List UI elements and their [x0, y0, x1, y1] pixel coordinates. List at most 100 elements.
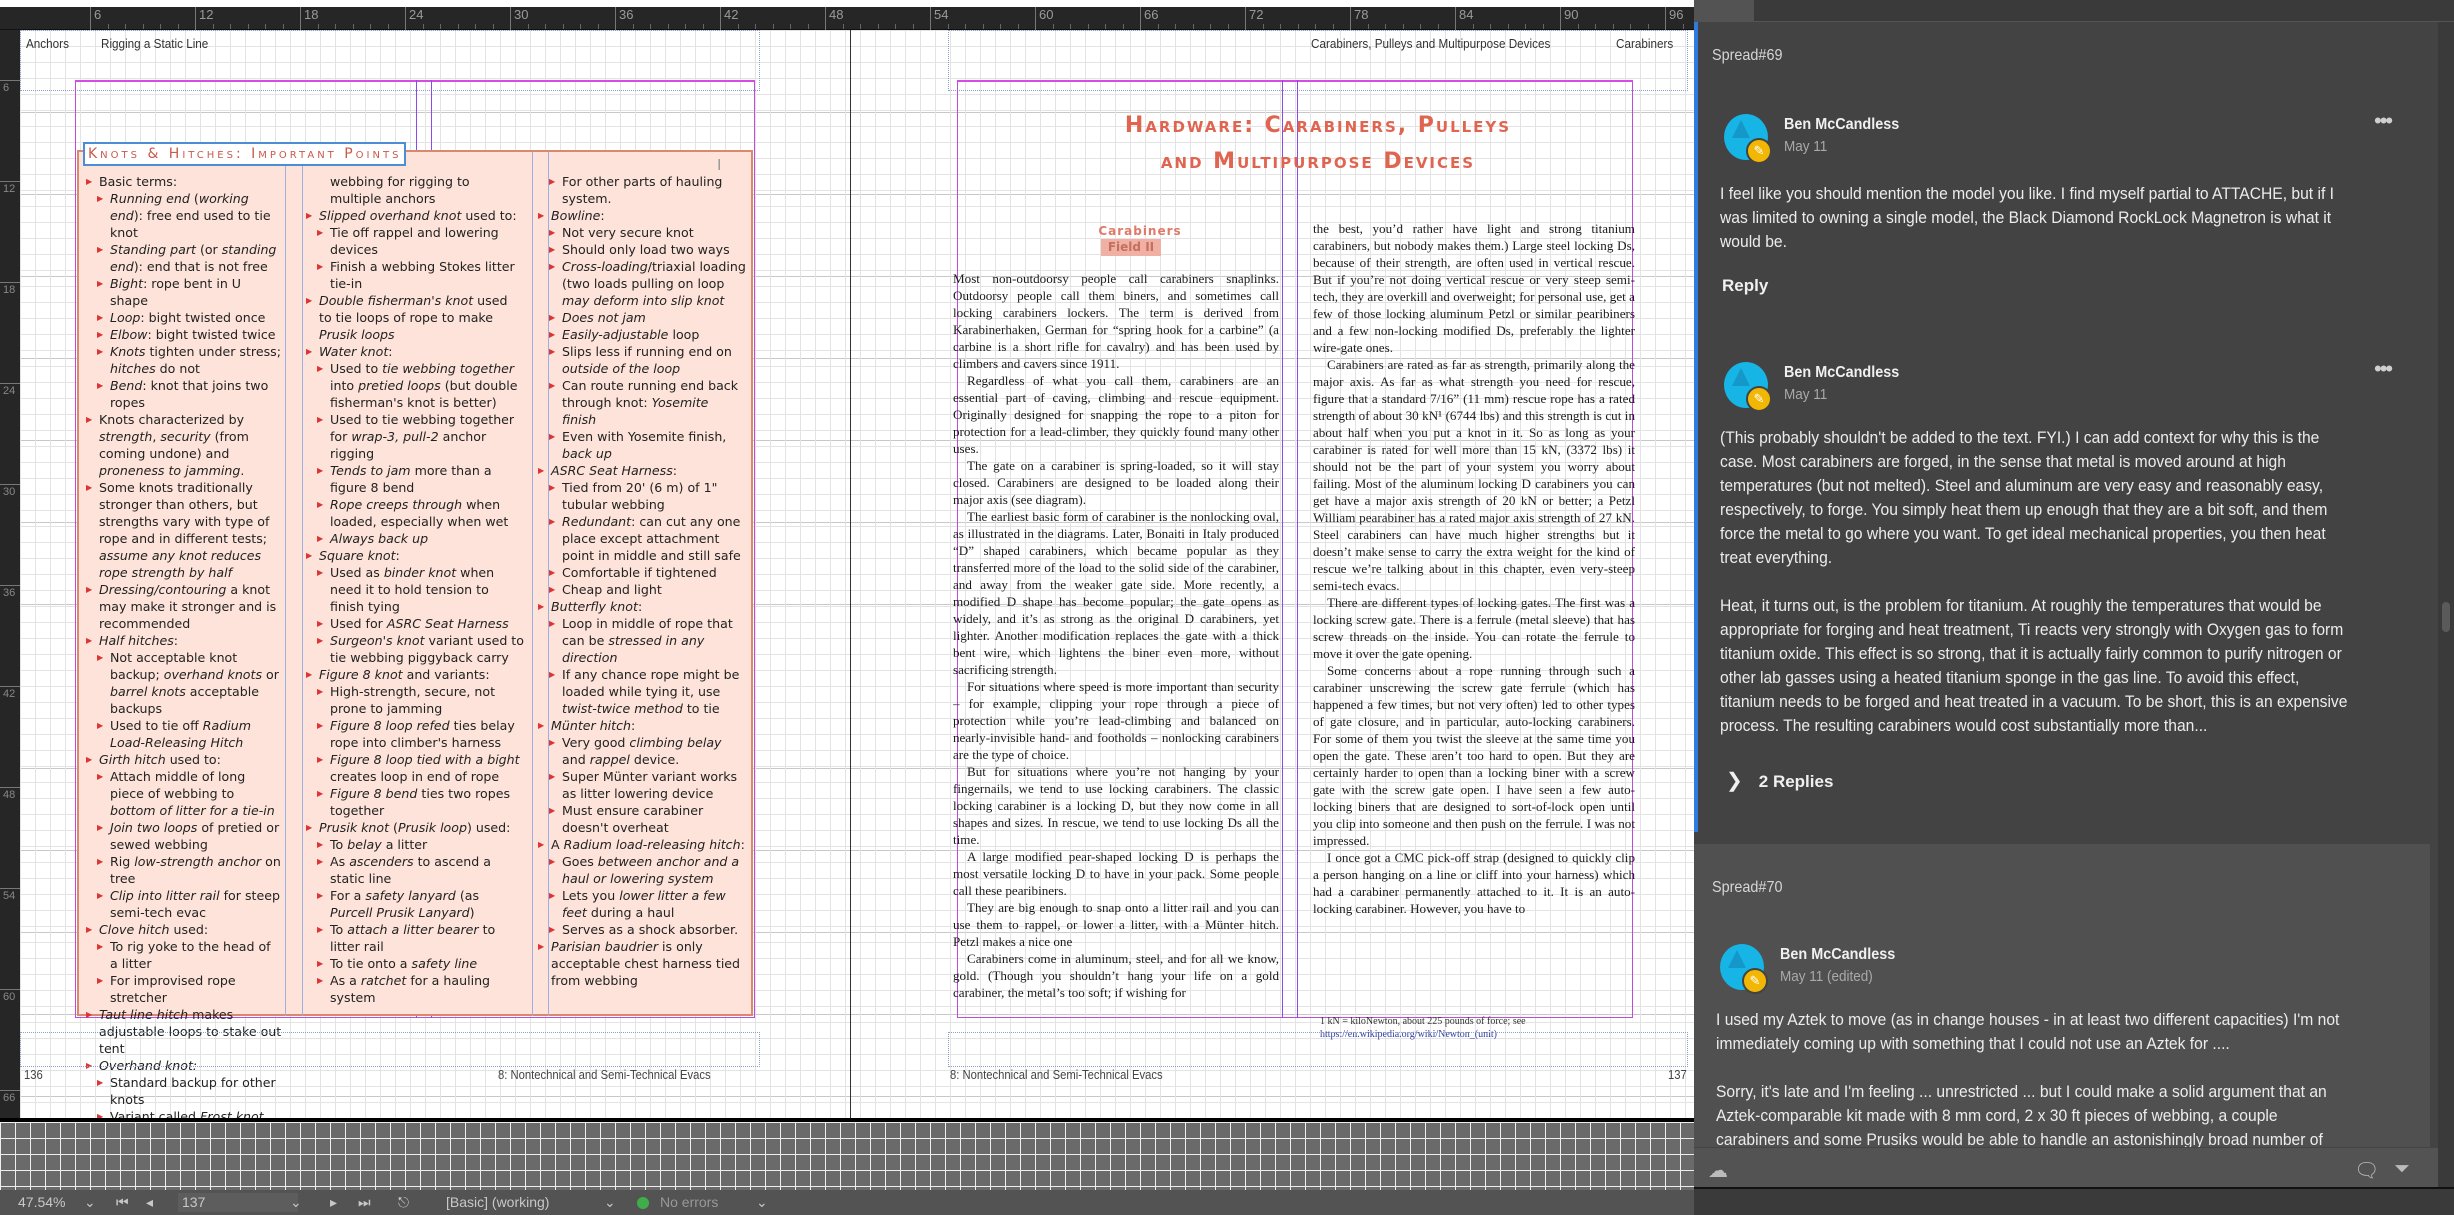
chapter-title-line-1: Hardware: Carabiners, Pulleys [1124, 113, 1512, 138]
more-options-icon[interactable]: ••• [2374, 356, 2393, 382]
ruler-minor-tick [597, 24, 599, 29]
vertical-ruler[interactable]: 6 12 18 24 30 36 42 48 54 60 66 [0, 30, 20, 1190]
replies-count: 2 Replies [1758, 772, 1834, 791]
ruler-minor-tick [282, 24, 284, 29]
more-options-icon[interactable]: ••• [2374, 108, 2393, 134]
body-paragraph: The earliest basic form of carabiner is … [953, 509, 1279, 677]
ruler-tick: 42 [720, 7, 738, 30]
horizontal-ruler[interactable]: 6 12 18 24 30 36 42 48 54 60 66 72 78 84 90 96 [0, 7, 1754, 30]
bullet-item: Loop in middle of rope that can be stres… [549, 615, 746, 666]
previous-page-icon[interactable]: ◂ [146, 1194, 153, 1211]
comment-body: (This probably shouldn't be added to the… [1720, 426, 2355, 762]
ruler-minor-tick [702, 24, 704, 29]
bullet-item: Standing part (or standing end): end tha… [97, 241, 282, 275]
footer-frame-right [948, 1032, 1688, 1067]
bullet-item: Figure 8 loop refed ties belay rope into… [317, 717, 524, 751]
body-column-2[interactable]: the best, you’d rather have light and st… [1313, 220, 1635, 980]
ruler-tick: 96 [1665, 7, 1683, 30]
panel-scrollbar[interactable] [2438, 22, 2454, 1187]
chapter-title[interactable]: Hardware: Carabiners, Pulleys and Multip… [948, 108, 1688, 180]
ruler-minor-tick [125, 24, 126, 29]
spread-label: Spread#70 [1712, 879, 1783, 896]
comment-paragraph: Heat, it turns out, is the problem for t… [1720, 596, 2348, 735]
chapter-title-line-2: and Multipurpose Devices [1160, 149, 1476, 174]
comments-list[interactable]: Spread#69 ✎ Ben McCandless May 11 ••• I … [1694, 22, 2438, 1147]
ruler-minor-tick [352, 24, 354, 29]
ruler-minor-tick [1525, 24, 1526, 29]
page-dropdown-icon[interactable]: ⌄ [290, 1194, 302, 1211]
reply-button[interactable]: Reply [1722, 276, 1768, 296]
cloud-icon[interactable]: ☁ [1708, 1158, 1728, 1183]
bullet-item: Parisian baudrier is only acceptable che… [538, 938, 746, 989]
panel-tab[interactable] [1694, 0, 1754, 22]
page-number-field[interactable]: 137 [178, 1193, 298, 1212]
scrollbar-thumb[interactable] [2442, 602, 2450, 632]
ruler-minor-tick [1682, 24, 1684, 29]
ruler-minor-tick [1017, 24, 1019, 29]
comment-author: Ben McCandless [1784, 364, 1900, 381]
preflight-status-dot-icon [637, 1197, 649, 1209]
bullet-item: Figure 8 knot and variants: [306, 666, 524, 683]
bullet-item: Rope creeps through when loaded, especia… [317, 496, 524, 530]
bullet-item: To tie onto a safety line [317, 955, 524, 972]
bullet-item: Not acceptable knot backup; overhand kno… [97, 649, 282, 717]
footer-frame-left [20, 1032, 760, 1067]
bullet-item: Super Münter variant works as litter low… [549, 768, 746, 802]
bullet-item: Figure 8 loop tied with a bight creates … [317, 751, 524, 785]
document-canvas[interactable]: Anchors Rigging a Static Line Knots & Hi… [20, 30, 1694, 1118]
next-page-icon[interactable]: ▸ [330, 1194, 337, 1211]
bullet-item: Half hitches: [86, 632, 282, 649]
sidebar-column-2[interactable]: webbing for rigging to multiple anchorsS… [306, 173, 524, 1006]
sidebar-column-1[interactable]: Basic terms:Running end (working end): f… [86, 173, 282, 1118]
panel-resize-bar[interactable] [1694, 1187, 2454, 1215]
zoom-dropdown-icon[interactable]: ⌄ [84, 1194, 96, 1211]
body-column-1[interactable]: Most non-outdoorsy people call carabiner… [953, 270, 1279, 1015]
ruler-minor-tick [1647, 24, 1649, 29]
bullet-item: Should only load two ways [549, 241, 746, 258]
bullet-item: Basic terms: [86, 173, 282, 190]
comment-filter-icon[interactable]: 🗨 [2354, 1158, 2379, 1183]
ruler-tick: 66 [1140, 7, 1158, 30]
ruler-minor-tick [247, 24, 249, 29]
section-field-tag: Field II [1101, 239, 1161, 256]
sidebar-column-3[interactable]: For other parts of hauling system.Bowlin… [538, 173, 746, 989]
preflight-profile[interactable]: [Basic] (working) [446, 1194, 549, 1210]
column-guide [1297, 80, 1298, 1018]
running-head-title: Rigging a Static Line [101, 36, 209, 51]
ruler-minor-tick [947, 24, 949, 29]
comment-author: Ben McCandless [1784, 116, 1900, 133]
bullet-item: For improvised rope stretcher [97, 972, 282, 1006]
ruler-tick: 78 [1350, 7, 1368, 30]
expand-replies-button[interactable]: ❯ 2 Replies [1726, 768, 1833, 793]
last-page-icon[interactable]: ⏭ [358, 1194, 371, 1211]
left-margin-top-guide [75, 80, 755, 82]
pen-badge-icon: ✎ [1746, 386, 1772, 412]
ruler-minor-tick [1402, 24, 1404, 29]
ruler-minor-tick [1262, 24, 1264, 29]
bullet-item: Lets you lower litter a few feet during … [549, 887, 746, 921]
bullet-item: Running end (working end): free end used… [97, 190, 282, 241]
filter-icon[interactable]: ⏷ [2394, 1158, 2410, 1181]
footer-chapter-right: 8: Nontechnical and Semi-Technical Evacs [950, 1068, 1163, 1082]
first-page-icon[interactable]: ⏮ [116, 1194, 129, 1211]
ruler-minor-tick [177, 24, 179, 29]
zoom-level[interactable]: 47.54% [18, 1194, 65, 1210]
comment-body: I used my Aztek to move (as in change ho… [1716, 1008, 2351, 1147]
panel-footer: ☁ 🗨 ⏷ [1694, 1147, 2438, 1187]
ruler-minor-tick [527, 24, 529, 29]
bullet-item: A Radium load-releasing hitch: [538, 836, 746, 853]
open-document-icon[interactable]: ⎋ [398, 1194, 409, 1211]
page-number-right: 137 [1668, 1068, 1687, 1082]
body-paragraph: But for situations where you’re not hang… [953, 764, 1279, 847]
bullet-item: To rig yoke to the head of a litter [97, 938, 282, 972]
bullet-item: Does not jam [549, 309, 746, 326]
profile-dropdown-icon[interactable]: ⌄ [604, 1194, 616, 1211]
bullet-item: Tends to jam more than a figure 8 bend [317, 462, 524, 496]
body-paragraph: Carabiners come in aluminum, steel, and … [953, 951, 1279, 1000]
ruler-minor-tick [1297, 24, 1299, 29]
sidebar-title[interactable]: Knots & Hitches: Important Points [83, 142, 407, 166]
ruler-minor-tick [982, 24, 984, 29]
preflight-menu-icon[interactable]: ⌄ [756, 1194, 768, 1211]
comment-paragraph: (This probably shouldn't be added to the… [1720, 428, 2328, 567]
ruler-minor-tick [492, 24, 494, 29]
